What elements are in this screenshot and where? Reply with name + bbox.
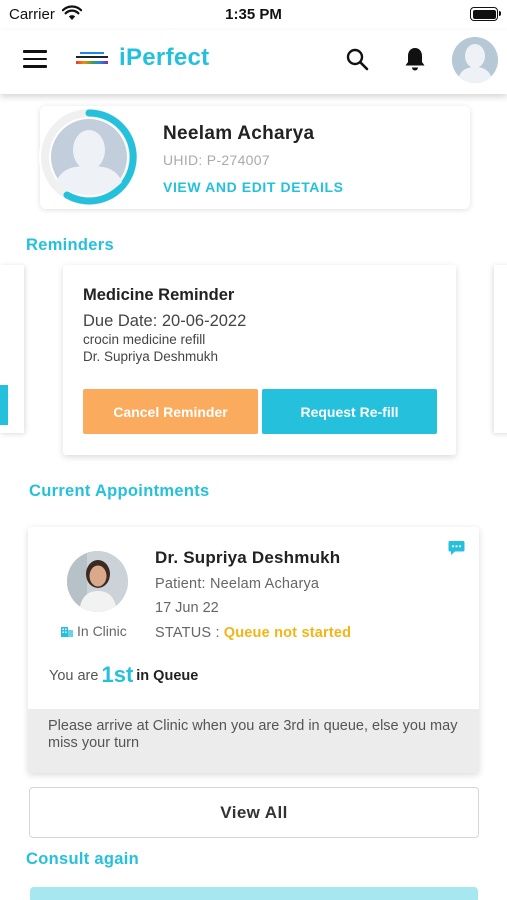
search-icon[interactable] (345, 47, 369, 71)
reminder-due-date: Due Date: 20-06-2022 (83, 312, 247, 330)
queue-suffix: in Queue (136, 668, 199, 684)
reminder-description: crocin medicine refill (83, 332, 206, 347)
reminder-card: Medicine Reminder Due Date: 20-06-2022 c… (63, 265, 456, 455)
appointment-patient: Patient: Neelam Acharya (155, 576, 320, 592)
cancel-reminder-button[interactable]: Cancel Reminder (83, 389, 258, 434)
queue-number: 1st (101, 662, 134, 687)
appointment-doctor: Dr. Supriya Deshmukh (155, 548, 341, 567)
reminder-doctor: Dr. Supriya Deshmukh (83, 349, 219, 364)
building-icon (61, 627, 73, 637)
bell-icon[interactable] (403, 46, 427, 72)
consult-again-card[interactable] (30, 887, 478, 900)
status-bar: Carrier 1:35 PM (0, 0, 507, 30)
appointment-date: 17 Jun 22 (155, 600, 219, 616)
profile-name: Neelam Acharya (163, 123, 315, 144)
app-title: iPerfect (119, 44, 210, 71)
doctor-photo (67, 551, 128, 612)
current-appointments-title: Current Appointments (29, 482, 210, 500)
queue-position: You are 1st in Queue (49, 662, 198, 688)
appointment-card[interactable]: In Clinic Dr. Supriya Deshmukh Patient: … (28, 527, 479, 773)
consult-again-title: Consult again (26, 850, 139, 868)
appointment-mode-label: In Clinic (77, 623, 127, 639)
clock: 1:35 PM (225, 6, 282, 23)
request-refill-button[interactable]: Request Re-fill (262, 389, 437, 434)
next-reminder-card[interactable] (494, 265, 507, 433)
status-value: Queue not started (223, 625, 352, 641)
reminders-title: Reminders (26, 236, 114, 254)
appointment-notice: Please arrive at Clinic when you are 3rd… (28, 709, 479, 773)
view-edit-details-link[interactable]: VIEW AND EDIT DETAILS (163, 179, 344, 195)
appointment-status: STATUS : Queue not started (155, 625, 351, 641)
menu-icon[interactable] (23, 50, 47, 70)
profile-avatar (38, 104, 140, 210)
previous-reminder-card[interactable] (0, 265, 24, 433)
profile-uhid: UHID: P-274007 (163, 152, 270, 168)
appointment-mode: In Clinic (61, 623, 127, 639)
brand-logo (76, 52, 108, 68)
app-header: iPerfect (0, 30, 507, 94)
battery-icon (470, 7, 501, 21)
queue-prefix: You are (49, 668, 99, 684)
avatar[interactable] (452, 37, 498, 83)
reminder-title: Medicine Reminder (83, 286, 235, 304)
chat-icon[interactable] (448, 540, 465, 556)
status-label: STATUS : (155, 625, 220, 641)
view-all-button[interactable]: View All (29, 787, 479, 838)
